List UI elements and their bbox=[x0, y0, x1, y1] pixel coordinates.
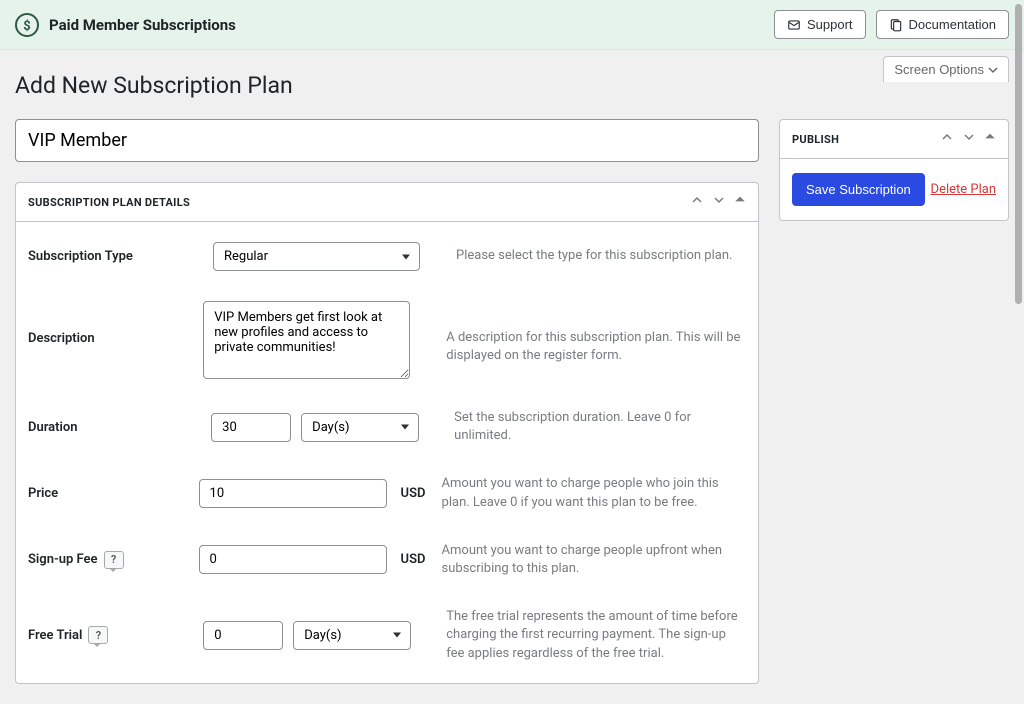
caret-up-icon[interactable] bbox=[734, 193, 746, 211]
free-trial-hint: The free trial represents the amount of … bbox=[446, 608, 746, 663]
plan-details-header: Subscription Plan Details bbox=[28, 196, 190, 209]
free-trial-label: Free Trial bbox=[28, 628, 82, 643]
support-label: Support bbox=[807, 17, 853, 32]
documentation-button[interactable]: Documentation bbox=[876, 10, 1009, 39]
duration-unit-select[interactable]: Day(s) bbox=[301, 413, 419, 442]
plugin-title: Paid Member Subscriptions bbox=[49, 16, 236, 34]
publish-box: Publish Save Subscription Delete Plan bbox=[779, 119, 1009, 221]
signup-fee-label: Sign-up Fee bbox=[28, 552, 98, 567]
signup-fee-input[interactable] bbox=[199, 545, 387, 574]
price-currency: USD bbox=[401, 486, 426, 501]
help-icon[interactable]: ? bbox=[88, 626, 108, 644]
free-trial-unit-select[interactable]: Day(s) bbox=[293, 621, 411, 650]
help-icon[interactable]: ? bbox=[104, 551, 124, 569]
subscription-type-hint: Please select the type for this subscrip… bbox=[456, 247, 732, 265]
description-textarea[interactable]: VIP Members get first look at new profil… bbox=[203, 301, 410, 379]
description-hint: A description for this subscription plan… bbox=[446, 301, 746, 365]
price-label: Price bbox=[28, 486, 199, 501]
price-hint: Amount you want to charge people who joi… bbox=[442, 475, 746, 511]
plugin-logo-icon: $ bbox=[15, 13, 39, 37]
subscription-type-label: Subscription Type bbox=[28, 249, 213, 264]
plan-title-input[interactable] bbox=[15, 119, 759, 162]
chevron-down-icon[interactable] bbox=[712, 193, 726, 211]
plan-details-box: Subscription Plan Details Su bbox=[15, 182, 759, 684]
duration-label: Duration bbox=[28, 420, 211, 435]
subscription-type-select[interactable]: Regular bbox=[213, 242, 420, 271]
page-title: Add New Subscription Plan bbox=[0, 72, 1024, 119]
publish-header: Publish bbox=[792, 133, 839, 146]
free-trial-input[interactable] bbox=[203, 621, 283, 650]
screen-options-toggle[interactable]: Screen Options bbox=[883, 56, 1009, 82]
caret-down-icon bbox=[988, 65, 998, 75]
plugin-banner: $ Paid Member Subscriptions Support Docu… bbox=[0, 0, 1024, 50]
caret-up-icon[interactable] bbox=[984, 130, 996, 148]
document-icon bbox=[889, 18, 903, 32]
chevron-up-icon[interactable] bbox=[940, 130, 954, 148]
screen-options-label: Screen Options bbox=[894, 62, 984, 77]
svg-text:$: $ bbox=[23, 19, 30, 34]
duration-hint: Set the subscription duration. Leave 0 f… bbox=[454, 409, 746, 445]
chevron-down-icon[interactable] bbox=[962, 130, 976, 148]
chevron-up-icon[interactable] bbox=[690, 193, 704, 211]
documentation-label: Documentation bbox=[909, 17, 996, 32]
scrollbar[interactable] bbox=[1015, 4, 1022, 304]
delete-plan-link[interactable]: Delete Plan bbox=[931, 182, 996, 197]
support-button[interactable]: Support bbox=[774, 10, 866, 39]
save-button[interactable]: Save Subscription bbox=[792, 173, 925, 206]
mail-icon bbox=[787, 18, 801, 32]
price-input[interactable] bbox=[199, 479, 387, 508]
signup-fee-currency: USD bbox=[401, 552, 426, 567]
signup-fee-hint: Amount you want to charge people upfront… bbox=[442, 542, 746, 578]
duration-input[interactable] bbox=[211, 413, 291, 442]
description-label: Description bbox=[28, 301, 203, 346]
